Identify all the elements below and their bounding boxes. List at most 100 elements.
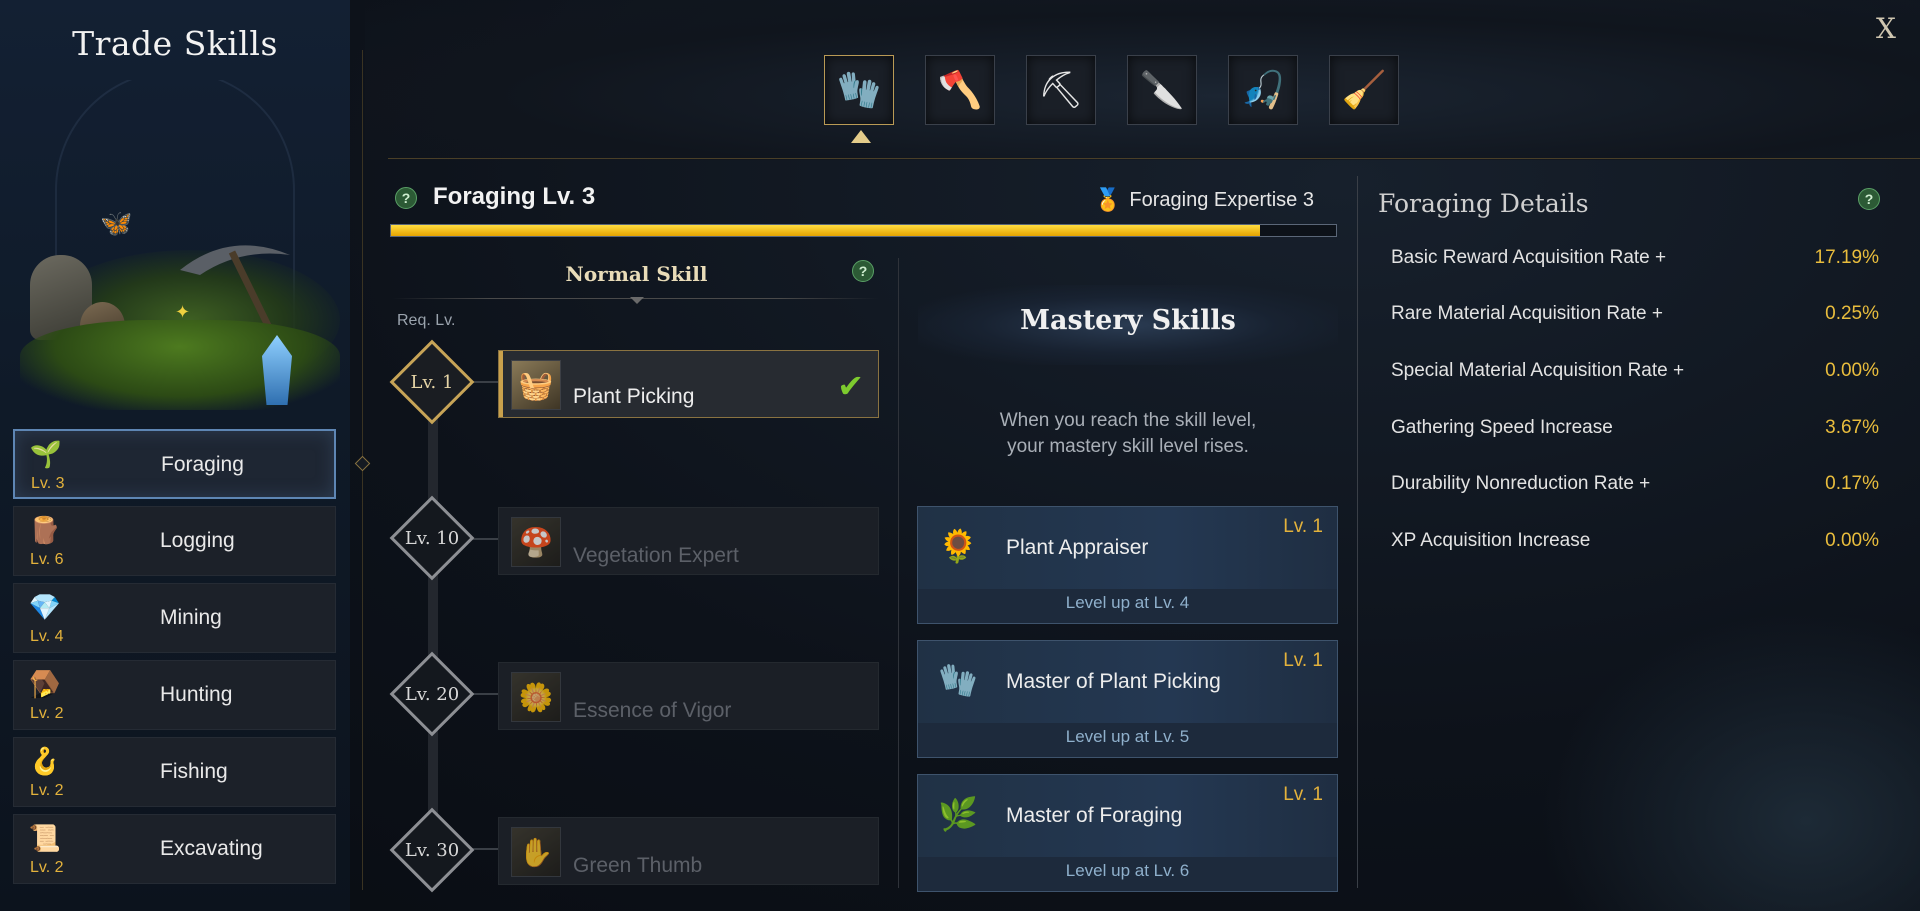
detail-row: Gathering Speed Increase 3.67% — [1391, 417, 1879, 447]
active-tab-indicator — [851, 130, 871, 143]
xp-progress-bar — [390, 224, 1337, 237]
category-list: 🌱 Lv. 3 Foraging 🪵 Lv. 6 Logging 💎 Lv. 4… — [13, 429, 336, 891]
gloves-icon[interactable]: 🧤 — [824, 55, 894, 125]
scroll-icon: 📜 — [28, 822, 62, 853]
axe-icon[interactable]: 🪓 — [925, 55, 995, 125]
green-thumb-icon: ✋ — [511, 827, 561, 877]
essence-of-vigor-icon: 🌼 — [511, 672, 561, 722]
category-mining[interactable]: 💎 Lv. 4 Mining — [13, 583, 336, 653]
vegetation-expert-icon: 🍄 — [511, 517, 561, 567]
skill-name: Vegetation Expert — [573, 544, 739, 567]
detail-row: XP Acquisition Increase 0.00% — [1391, 530, 1879, 560]
expertise-indicator: 🏅 Foraging Expertise 3 — [1094, 187, 1314, 213]
plant-picking-icon: 🧺 — [511, 360, 561, 410]
skill-name: Green Thumb — [573, 854, 703, 877]
detail-label: Special Material Acquisition Rate + — [1391, 360, 1685, 381]
tool-tabs: 🧤 🪓 ⛏ 🔪 🎣 🧹 — [824, 55, 1399, 125]
pointer-icon — [630, 297, 644, 304]
mastery-card-master-of-foraging[interactable]: 🌿 Master of Foraging Lv. 1 Level up at L… — [917, 774, 1338, 892]
mastery-skill-level: Lv. 1 — [1283, 516, 1323, 537]
medal-icon: 🏅 — [1094, 187, 1122, 212]
skill-card-plant-picking[interactable]: 🧺 Plant Picking ✔ — [498, 350, 879, 418]
ore-icon: 💎 — [28, 591, 62, 622]
req-level-node: Lv. 10 — [389, 495, 475, 581]
fishing-rod-icon[interactable]: 🎣 — [1228, 55, 1298, 125]
category-foraging[interactable]: 🌱 Lv. 3 Foraging — [13, 429, 336, 499]
detail-value: 0.17% — [1825, 473, 1879, 494]
detail-row: Special Material Acquisition Rate + 0.00… — [1391, 360, 1879, 390]
skill-card-vegetation-expert[interactable]: 🍄 Vegetation Expert — [498, 507, 879, 575]
category-level: Lv. 4 — [30, 628, 64, 645]
category-label: Foraging — [161, 453, 244, 476]
sprout-icon: 🌱 — [29, 438, 63, 469]
skill-name: Plant Picking — [573, 385, 695, 408]
detail-value: 17.19% — [1814, 247, 1879, 268]
req-level-node: Lv. 20 — [389, 651, 475, 737]
mastery-levelup-hint: Level up at Lv. 6 — [1065, 861, 1190, 880]
category-excavating[interactable]: 📜 Lv. 2 Excavating — [13, 814, 336, 884]
detail-label: Rare Material Acquisition Rate + — [1391, 303, 1663, 324]
details-divider — [1357, 176, 1358, 888]
help-icon[interactable]: ? — [852, 260, 874, 282]
close-button[interactable]: X — [1876, 12, 1896, 45]
level-timeline — [428, 380, 438, 880]
category-logging[interactable]: 🪵 Lv. 6 Logging — [13, 506, 336, 576]
hook-icon: 🪝 — [28, 745, 62, 776]
detail-value: 0.00% — [1825, 360, 1879, 381]
foraging-illustration: 🦋 ✦ — [0, 80, 350, 420]
detail-value: 0.00% — [1825, 530, 1879, 551]
shovel-icon[interactable]: 🧹 — [1329, 55, 1399, 125]
butterfly-icon: ✦ — [175, 302, 191, 322]
category-level: Lv. 3 — [31, 475, 65, 492]
detail-row: Durability Nonreduction Rate + 0.17% — [1391, 473, 1879, 503]
mastery-skill-name: Master of Foraging — [1006, 804, 1183, 827]
header-divider — [388, 158, 1920, 159]
detail-row: Rare Material Acquisition Rate + 0.25% — [1391, 303, 1879, 333]
category-level: Lv. 2 — [30, 859, 64, 876]
mastery-card-plant-appraiser[interactable]: 🌻 Plant Appraiser Lv. 1 Level up at Lv. … — [917, 506, 1338, 624]
mastery-levelup-hint: Level up at Lv. 5 — [1065, 727, 1190, 746]
master-foraging-icon: 🌿 — [938, 796, 978, 832]
mastery-skill-level: Lv. 1 — [1283, 784, 1323, 805]
normal-skill-header: Normal Skill — [565, 262, 708, 286]
category-level: Lv. 2 — [30, 782, 64, 799]
detail-label: Gathering Speed Increase — [1391, 417, 1613, 438]
help-icon[interactable]: ? — [395, 187, 417, 209]
xp-progress-fill — [391, 225, 1261, 236]
details-title: Foraging Details — [1378, 189, 1589, 218]
category-fishing[interactable]: 🪝 Lv. 2 Fishing — [13, 737, 336, 807]
mastery-levelup-hint: Level up at Lv. 4 — [1065, 593, 1190, 612]
expertise-label: Foraging Expertise 3 — [1129, 188, 1314, 211]
skill-card-essence-of-vigor[interactable]: 🌼 Essence of Vigor — [498, 662, 879, 730]
master-plant-picking-icon: 🧤 — [938, 662, 978, 698]
butterfly-icon: 🦋 — [100, 208, 133, 238]
skill-card-green-thumb[interactable]: ✋ Green Thumb — [498, 817, 879, 885]
mastery-skill-name: Master of Plant Picking — [1006, 670, 1221, 693]
mastery-skill-name: Plant Appraiser — [1006, 536, 1149, 559]
help-icon[interactable]: ? — [1858, 188, 1880, 210]
column-divider — [898, 258, 899, 888]
skill-name: Essence of Vigor — [573, 699, 732, 722]
skill-level-title: Foraging Lv. 3 — [433, 183, 596, 210]
plant-appraiser-icon: 🌻 — [938, 528, 978, 564]
mastery-skill-level: Lv. 1 — [1283, 650, 1323, 671]
category-label: Mining — [160, 606, 222, 629]
category-hunting[interactable]: 🪤 Lv. 2 Hunting — [13, 660, 336, 730]
category-label: Logging — [160, 529, 235, 552]
detail-label: XP Acquisition Increase — [1391, 530, 1591, 551]
category-level: Lv. 2 — [30, 705, 64, 722]
category-label: Hunting — [160, 683, 233, 706]
detail-row: Basic Reward Acquisition Rate + 17.19% — [1391, 247, 1879, 277]
detail-value: 3.67% — [1825, 417, 1879, 438]
category-level: Lv. 6 — [30, 551, 64, 568]
mastery-card-master-of-plant-picking[interactable]: 🧤 Master of Plant Picking Lv. 1 Level up… — [917, 640, 1338, 758]
trap-icon: 🪤 — [28, 668, 62, 699]
req-level-node: Lv. 30 — [389, 807, 475, 893]
log-icon: 🪵 — [28, 514, 62, 545]
detail-label: Basic Reward Acquisition Rate + — [1391, 247, 1667, 268]
pickaxe-icon[interactable]: ⛏ — [1026, 55, 1096, 125]
category-label: Fishing — [160, 760, 228, 783]
mastery-title: Mastery Skills — [1020, 305, 1236, 336]
checkmark-icon: ✔ — [837, 368, 864, 404]
knife-icon[interactable]: 🔪 — [1127, 55, 1197, 125]
